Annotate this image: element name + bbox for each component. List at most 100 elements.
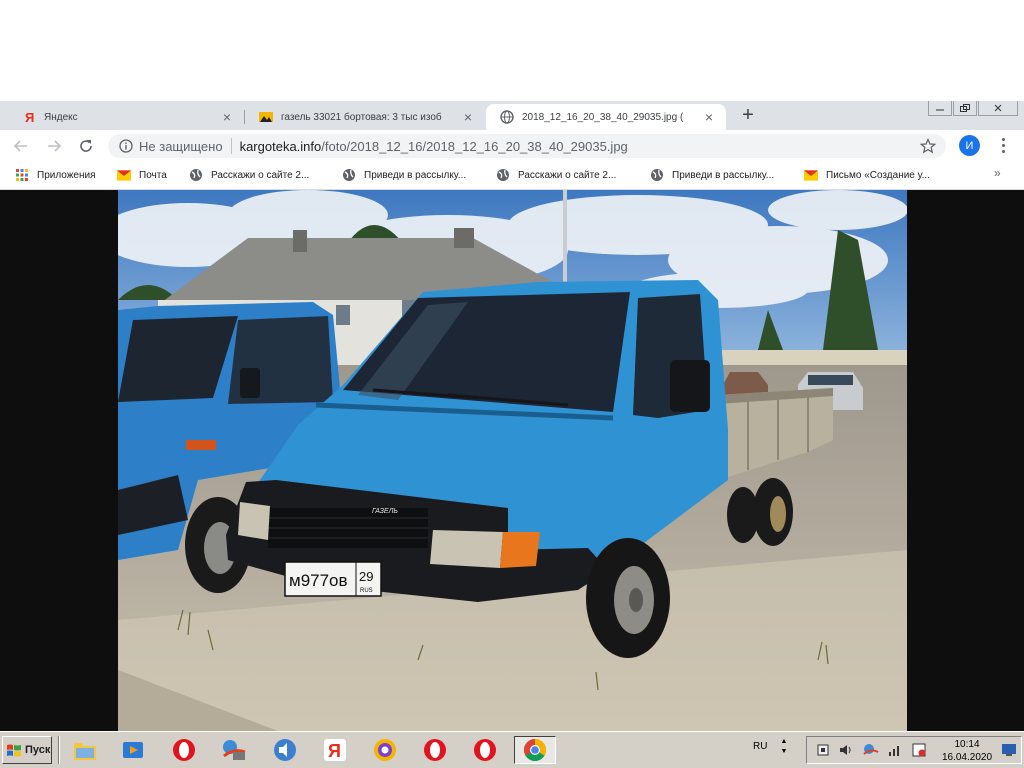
close-icon <box>994 104 1002 112</box>
reload-button[interactable] <box>75 135 97 157</box>
plate-country: RUS <box>360 588 373 594</box>
bookmark-site-1[interactable]: Расскажи о сайте 2... <box>189 167 309 183</box>
profile-avatar[interactable]: И <box>959 135 980 156</box>
bookmarks-overflow-button[interactable]: » <box>994 166 1001 180</box>
quicklaunch-yandex-browser[interactable]: Я <box>321 736 349 764</box>
tray-device-icon[interactable] <box>815 742 831 758</box>
new-tab-button[interactable]: + <box>737 104 759 126</box>
tab-title: 2018_12_16_20_38_40_29035.jpg ( <box>522 111 684 123</box>
chrome-icon <box>524 739 546 761</box>
sound-icon <box>274 739 296 761</box>
image-site-icon <box>259 110 273 124</box>
quicklaunch-sound[interactable] <box>271 736 299 764</box>
opera-icon <box>424 739 446 761</box>
minimize-window-button[interactable] <box>928 101 952 116</box>
browser-menu-button[interactable] <box>996 135 1010 156</box>
bookmark-label: Приведи в рассылку... <box>364 169 467 181</box>
restore-window-button[interactable] <box>953 101 977 116</box>
grille-badge: ГАЗЕЛЬ <box>372 508 398 515</box>
clock-time: 10:14 <box>954 739 980 750</box>
tab-yandex[interactable]: Я Яндекс × <box>8 104 244 130</box>
divider <box>230 138 232 154</box>
clock-date: 16.04.2020 <box>941 752 993 763</box>
taskbar-separator <box>58 736 60 764</box>
taskbar-chrome-window[interactable] <box>514 736 556 764</box>
close-icon[interactable]: × <box>702 109 716 125</box>
quicklaunch-browser[interactable] <box>371 736 399 764</box>
globe-icon <box>500 110 514 124</box>
star-icon <box>920 138 936 154</box>
opera-icon <box>474 739 496 761</box>
security-label[interactable]: Не защищено <box>139 139 223 154</box>
start-label: Пуск <box>25 744 51 756</box>
system-tray: 10:14 16.04.2020 <box>806 736 1022 764</box>
quicklaunch-opera[interactable] <box>170 736 198 764</box>
show-desktop-icon[interactable] <box>1001 742 1017 758</box>
bookmark-apps[interactable]: Приложения <box>15 167 96 183</box>
language-indicator[interactable]: RU <box>753 741 767 752</box>
bookmark-label: Письмо «Создание у... <box>826 169 930 181</box>
bookmark-star-button[interactable] <box>918 136 938 156</box>
windows-taskbar: Пуск Я RU ▲ ▼ 10:14 16.04.2020 <box>0 731 1024 768</box>
language-switch-arrows[interactable]: ▲ ▼ <box>779 737 789 761</box>
network-icon <box>223 740 246 760</box>
globe-icon <box>189 168 203 182</box>
lamp-post <box>563 190 567 290</box>
plate-number: м977ов <box>289 571 348 590</box>
media-player-icon <box>123 742 143 758</box>
start-button[interactable]: Пуск <box>2 736 52 764</box>
mail-icon <box>804 168 818 182</box>
image-viewer: ГАЗЕЛЬ м977ов 29 RUS <box>0 190 1024 731</box>
volume-icon[interactable] <box>838 742 854 758</box>
bookmark-label: Приведи в рассылку... <box>672 169 775 181</box>
bookmark-label: Приложения <box>37 169 96 181</box>
opera-icon <box>173 739 195 761</box>
clock[interactable]: 10:14 16.04.2020 <box>937 738 997 764</box>
tab-gazel-images[interactable]: газель 33021 бортовая: 3 тыс изоб × <box>245 104 485 130</box>
info-icon[interactable] <box>119 139 133 153</box>
arrow-left-icon <box>13 140 27 152</box>
bookmark-mail[interactable]: Почта <box>117 167 167 183</box>
apps-grid-icon <box>15 168 29 182</box>
quicklaunch-explorer[interactable] <box>71 736 99 764</box>
globe-icon <box>496 168 510 182</box>
quicklaunch-network[interactable] <box>220 736 248 764</box>
reload-icon <box>80 140 92 152</box>
truck-photo[interactable]: ГАЗЕЛЬ м977ов 29 RUS <box>118 190 907 731</box>
security-alert-icon[interactable] <box>911 742 927 758</box>
close-icon[interactable]: × <box>461 109 475 125</box>
quicklaunch-opera-3[interactable] <box>471 736 499 764</box>
back-button[interactable] <box>10 135 32 157</box>
tab-title: газель 33021 бортовая: 3 тыс изоб <box>281 111 442 123</box>
quicklaunch-opera-2[interactable] <box>421 736 449 764</box>
mail-icon <box>117 168 131 182</box>
arrow-right-icon <box>48 140 62 152</box>
bookmark-label: Почта <box>139 169 167 181</box>
signal-icon[interactable] <box>887 742 903 758</box>
yandex-icon: Я <box>22 110 36 124</box>
plate-region: 29 <box>359 569 373 584</box>
windows-logo-icon <box>7 744 21 757</box>
close-window-button[interactable] <box>978 101 1018 116</box>
tab-photo-jpg[interactable]: 2018_12_16_20_38_40_29035.jpg ( × <box>486 104 726 130</box>
forward-button[interactable] <box>43 135 65 157</box>
license-plate: м977ов 29 RUS <box>284 561 382 597</box>
globe-icon <box>342 168 356 182</box>
address-bar[interactable]: Не защищено kargoteka.info/foto/2018_12_… <box>108 134 946 158</box>
bookmark-site-2[interactable]: Приведи в рассылку... <box>342 167 466 183</box>
bookmarks-bar: Приложения Почта Расскажи о сайте 2... П… <box>0 161 1024 190</box>
bookmark-site-3[interactable]: Расскажи о сайте 2... <box>496 167 616 183</box>
tab-strip: Я Яндекс × газель 33021 бортовая: 3 тыс … <box>0 101 1024 130</box>
svg-text:Я: Я <box>25 110 34 124</box>
bookmark-letter[interactable]: Письмо «Создание у... <box>804 167 930 183</box>
close-icon[interactable]: × <box>220 109 234 125</box>
yandex-browser-icon: Я <box>324 739 346 761</box>
svg-text:Я: Я <box>328 741 341 761</box>
bookmark-site-4[interactable]: Приведи в рассылку... <box>650 167 774 183</box>
browser-toolbar: Не защищено kargoteka.info/foto/2018_12_… <box>0 130 1024 161</box>
bookmark-label: Расскажи о сайте 2... <box>211 169 310 181</box>
url-text[interactable]: kargoteka.info/foto/2018_12_16/2018_12_1… <box>240 139 628 154</box>
network-status-icon[interactable] <box>863 742 879 758</box>
quicklaunch-media-player[interactable] <box>119 736 147 764</box>
url-path: /foto/2018_12_16/2018_12_16_20_38_40_290… <box>321 138 628 154</box>
